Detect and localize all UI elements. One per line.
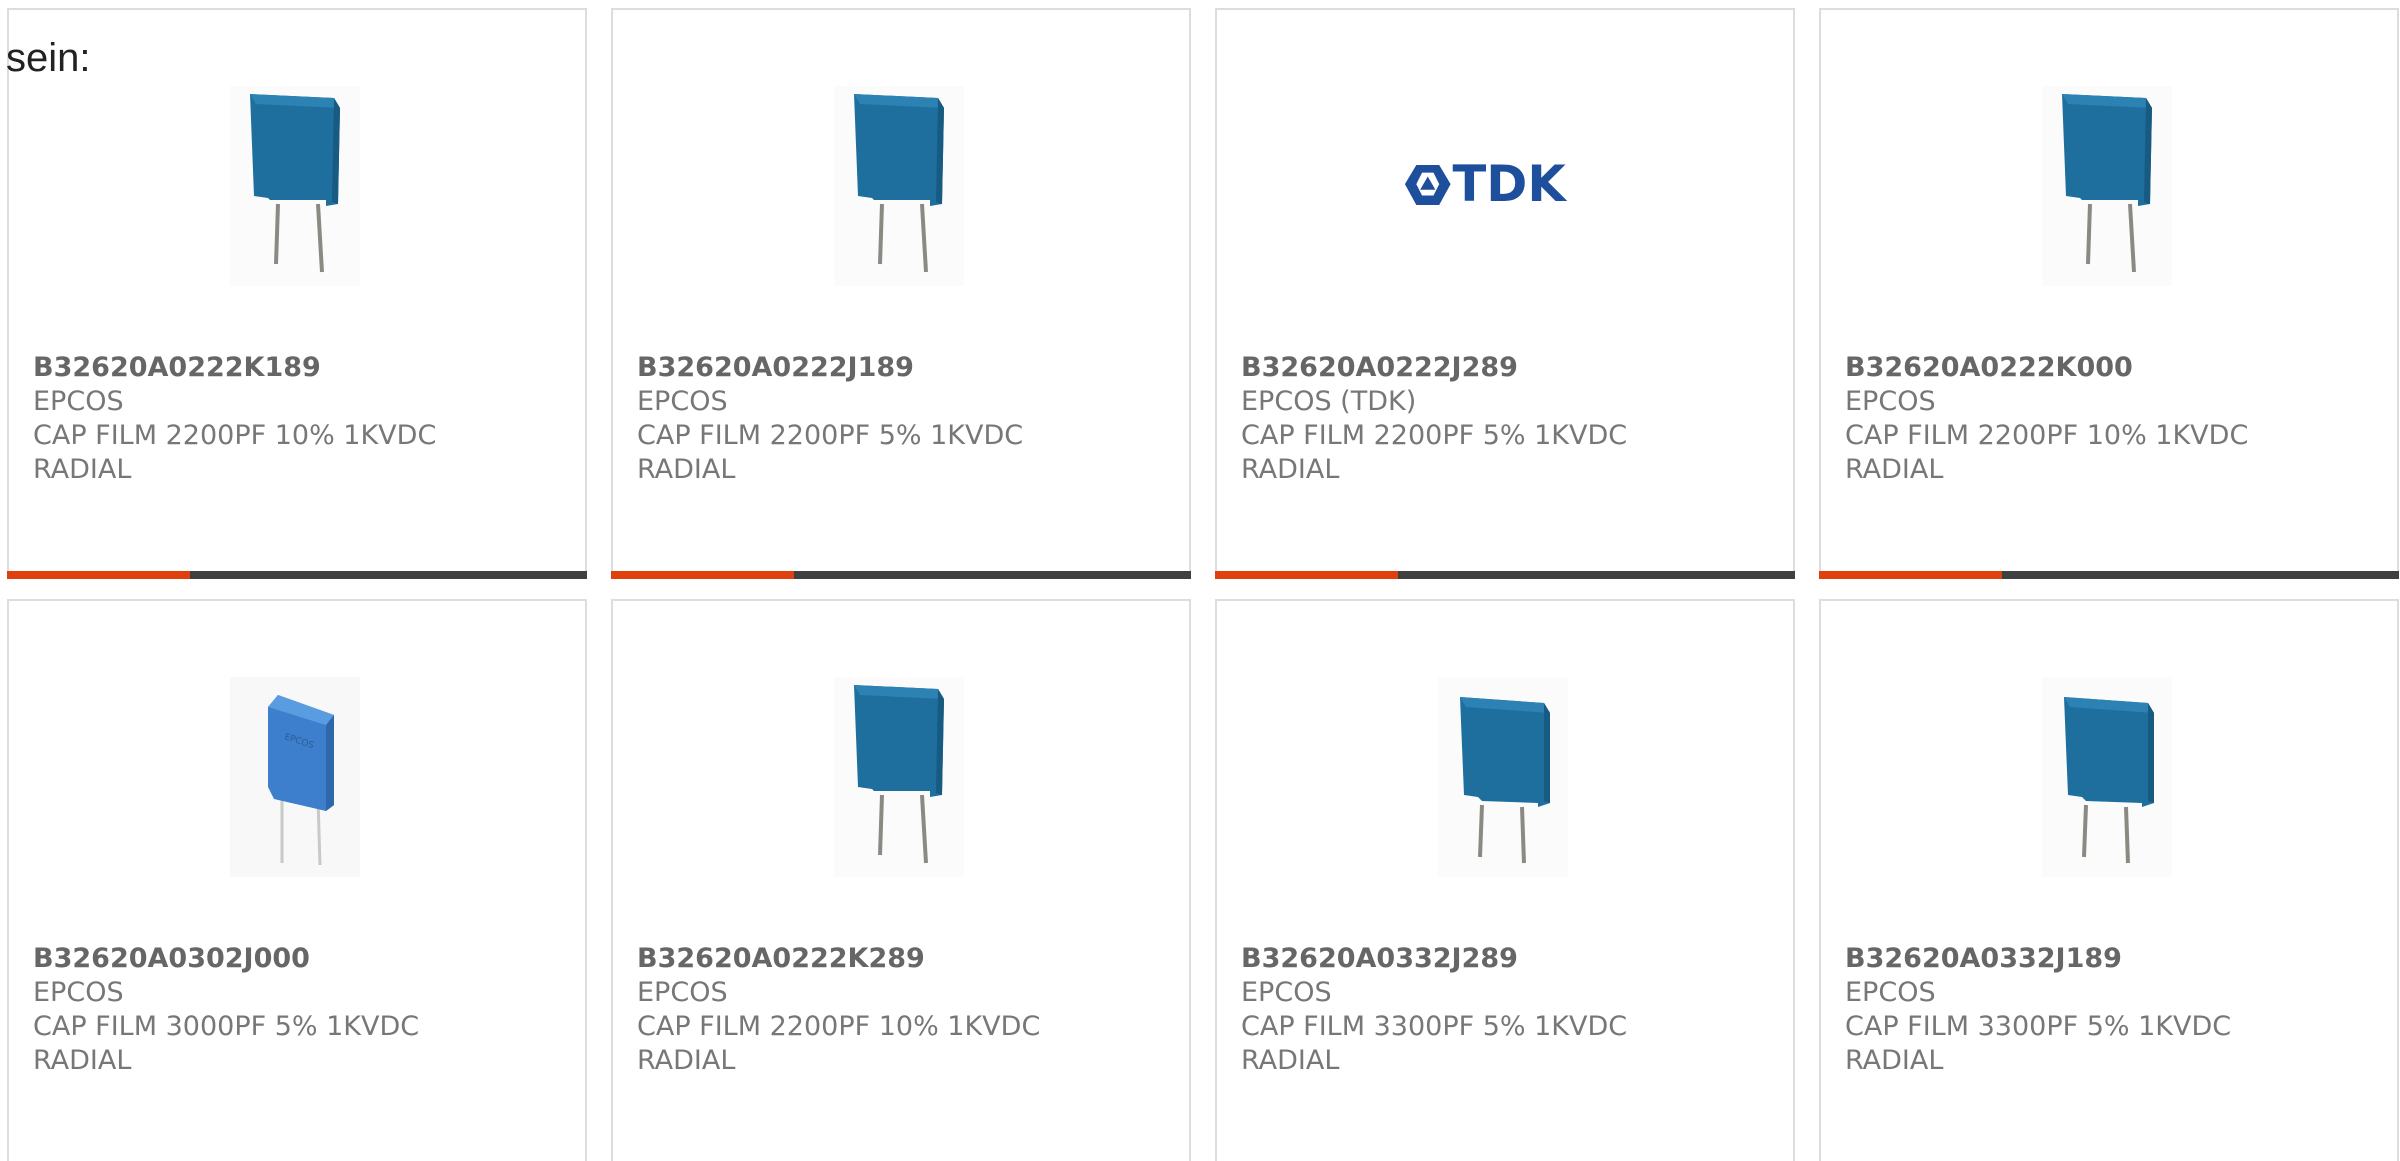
manufacturer: EPCOS: [1845, 977, 1936, 1008]
product-image[interactable]: [1403, 675, 1603, 879]
description: CAP FILM 3300PF 5% 1KVDC RADIAL: [1241, 1011, 1628, 1076]
product-info: B32620A0222K289 EPCOS CAP FILM 2200PF 10…: [637, 942, 1040, 1078]
manufacturer: EPCOS: [637, 977, 728, 1008]
description: CAP FILM 2200PF 10% 1KVDC RADIAL: [1845, 420, 2249, 485]
description: CAP FILM 2200PF 10% 1KVDC RADIAL: [33, 420, 437, 485]
product-info: B32620A0222J189 EPCOS CAP FILM 2200PF 5%…: [637, 351, 1023, 487]
manufacturer: EPCOS (TDK): [1241, 386, 1417, 417]
product-info: B32620A0332J289 EPCOS CAP FILM 3300PF 5%…: [1241, 942, 1627, 1078]
product-info: B32620A0222K189 EPCOS CAP FILM 2200PF 10…: [33, 351, 436, 487]
svg-text:TDK: TDK: [1453, 156, 1568, 213]
card-accent-bar: [1819, 571, 2399, 579]
intro-text: sein:: [6, 36, 91, 80]
capacitor-icon: [834, 677, 964, 877]
part-number[interactable]: B32620A0332J289: [1241, 942, 1627, 976]
tdk-logo-icon: TDK: [1404, 156, 1568, 213]
part-number[interactable]: B32620A0222J189: [637, 351, 1023, 385]
card-accent-bar: [1215, 571, 1795, 579]
manufacturer: EPCOS: [1241, 977, 1332, 1008]
product-grid: B32620A0222K189 EPCOS CAP FILM 2200PF 10…: [7, 8, 2399, 1161]
product-image[interactable]: [799, 84, 999, 288]
part-number[interactable]: B32620A0222K289: [637, 942, 1040, 976]
card-accent-bar: [7, 571, 587, 579]
capacitor-icon: [2042, 86, 2172, 286]
part-number[interactable]: B32620A0222K000: [1845, 351, 2248, 385]
product-card[interactable]: B32620A0222K289 EPCOS CAP FILM 2200PF 10…: [611, 599, 1191, 1161]
capacitor-icon: EPCOS: [230, 677, 360, 877]
part-number[interactable]: B32620A0302J000: [33, 942, 419, 976]
product-image[interactable]: [799, 675, 999, 879]
capacitor-icon: [1438, 677, 1568, 877]
card-accent-bar: [611, 571, 1191, 579]
product-info: B32620A0302J000 EPCOS CAP FILM 3000PF 5%…: [33, 942, 419, 1078]
capacitor-icon: [834, 86, 964, 286]
part-number[interactable]: B32620A0222K189: [33, 351, 436, 385]
manufacturer: EPCOS: [1845, 386, 1936, 417]
product-image[interactable]: [195, 84, 395, 288]
product-image[interactable]: TDK: [1403, 84, 1603, 288]
part-number[interactable]: B32620A0222J289: [1241, 351, 1627, 385]
product-info: B32620A0222J289 EPCOS (TDK) CAP FILM 220…: [1241, 351, 1627, 487]
product-info: B32620A0222K000 EPCOS CAP FILM 2200PF 10…: [1845, 351, 2248, 487]
product-card[interactable]: B32620A0332J289 EPCOS CAP FILM 3300PF 5%…: [1215, 599, 1795, 1161]
manufacturer: EPCOS: [33, 977, 124, 1008]
product-card[interactable]: TDK B32620A0222J289 EPCOS (TDK) CAP FILM…: [1215, 8, 1795, 579]
capacitor-icon: [230, 86, 360, 286]
description: CAP FILM 3000PF 5% 1KVDC RADIAL: [33, 1011, 420, 1076]
description: CAP FILM 2200PF 10% 1KVDC RADIAL: [637, 1011, 1041, 1076]
description: CAP FILM 3300PF 5% 1KVDC RADIAL: [1845, 1011, 2232, 1076]
product-card[interactable]: EPCOS B32620A0302J000 EPCOS CAP FILM 300…: [7, 599, 587, 1161]
product-card[interactable]: B32620A0332J189 EPCOS CAP FILM 3300PF 5%…: [1819, 599, 2399, 1161]
product-info: B32620A0332J189 EPCOS CAP FILM 3300PF 5%…: [1845, 942, 2231, 1078]
product-card[interactable]: B32620A0222K189 EPCOS CAP FILM 2200PF 10…: [7, 8, 587, 579]
manufacturer: EPCOS: [33, 386, 124, 417]
description: CAP FILM 2200PF 5% 1KVDC RADIAL: [637, 420, 1024, 485]
capacitor-icon: [2042, 677, 2172, 877]
product-image[interactable]: [2007, 675, 2207, 879]
part-number[interactable]: B32620A0332J189: [1845, 942, 2231, 976]
manufacturer: EPCOS: [637, 386, 728, 417]
product-card[interactable]: B32620A0222J189 EPCOS CAP FILM 2200PF 5%…: [611, 8, 1191, 579]
product-image[interactable]: [2007, 84, 2207, 288]
product-card[interactable]: B32620A0222K000 EPCOS CAP FILM 2200PF 10…: [1819, 8, 2399, 579]
product-image[interactable]: EPCOS: [195, 675, 395, 879]
description: CAP FILM 2200PF 5% 1KVDC RADIAL: [1241, 420, 1628, 485]
